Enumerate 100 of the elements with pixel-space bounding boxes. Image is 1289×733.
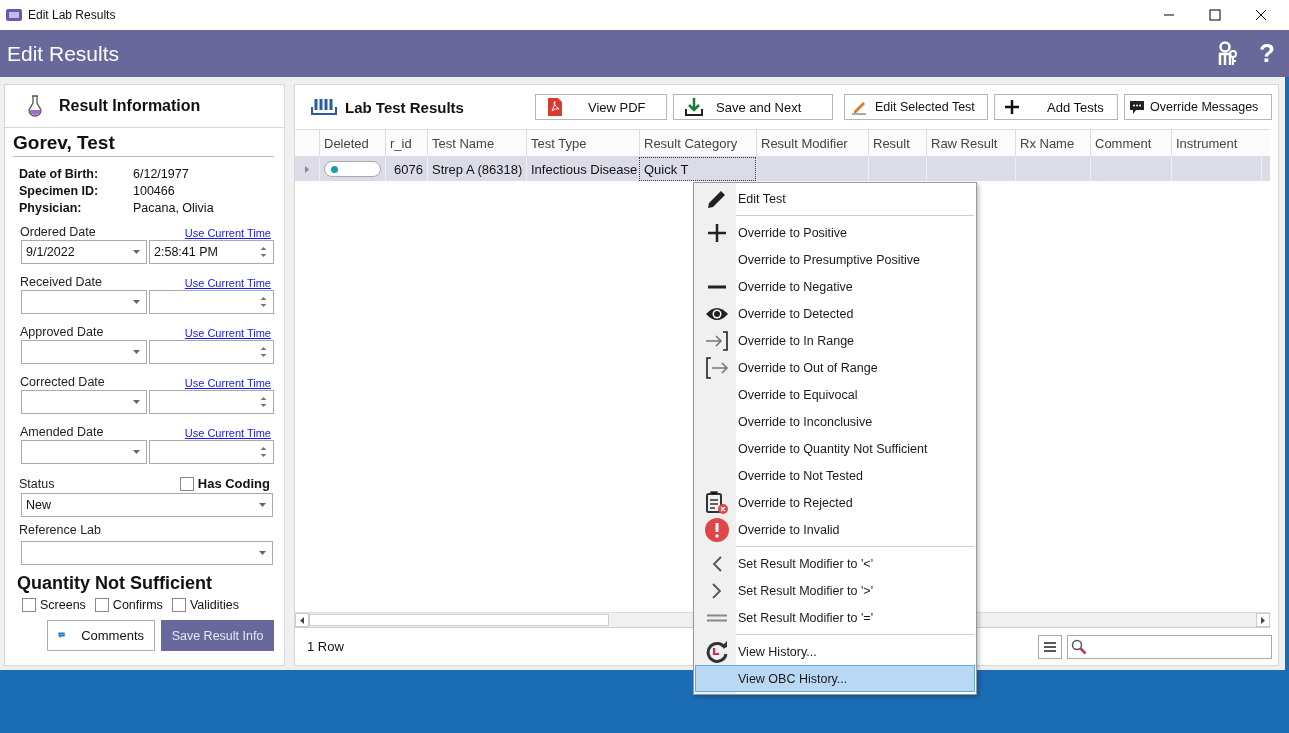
menu-item[interactable]: Override to Inconclusive [695,408,975,435]
comments-button[interactable]: Comments [47,620,155,651]
time-spinner[interactable]: 2:58:41 PM [149,240,274,264]
menu-item[interactable]: Override to Negative [695,273,975,300]
table-cell: 6076 [385,157,427,181]
date-picker[interactable] [21,390,147,414]
table-cell: Strep A (86318) [427,157,526,181]
time-spinner[interactable] [149,340,274,364]
panel-title: Lab Test Results [345,98,465,116]
row-indicator-icon [305,165,309,173]
column-header[interactable]: Rx Name [1015,130,1090,156]
menu-item[interactable]: Set Result Modifier to '>' [695,577,975,604]
column-header[interactable]: Test Type [526,130,639,156]
menu-item[interactable]: Edit Test [695,185,975,212]
override-messages-button[interactable]: Override Messages [1124,94,1272,120]
column-header[interactable]: r_id [385,130,427,156]
save-and-next-button[interactable]: Save and Next [673,94,833,120]
menu-item[interactable]: Override to Detected [695,300,975,327]
column-header[interactable]: Result [868,130,926,156]
checkbox[interactable] [22,598,36,612]
equals-icon [707,613,727,622]
menu-item[interactable]: Override to Invalid [695,516,975,543]
menu-item[interactable]: Set Result Modifier to '=' [695,604,975,631]
menu-item[interactable]: Override to Presumptive Positive [695,246,975,273]
field-label: Status [19,477,55,491]
scroll-left-icon[interactable] [300,616,304,624]
time-spinner[interactable] [149,440,274,464]
dropdown-caret-icon [133,250,140,254]
column-header[interactable]: Comment [1090,130,1171,156]
help-icon[interactable]: ? [1259,38,1275,69]
alert-icon [705,517,729,542]
status-dropdown[interactable]: New [21,493,273,517]
column-header[interactable]: Test Name [427,130,526,156]
close-icon[interactable] [1255,9,1267,21]
detail-value: 100466 [133,184,176,198]
date-picker[interactable]: 9/1/2022 [21,240,147,264]
column-header[interactable]: Instrument [1171,130,1261,156]
date-picker[interactable] [21,290,147,314]
pencil-icon [851,99,867,115]
patient-name: Gorev, Test [13,132,274,157]
people-key-icon[interactable] [1217,40,1240,67]
column-header[interactable]: Result Category [639,130,756,156]
time-spinner[interactable] [149,390,274,414]
field-label: Approved Date [20,325,104,339]
date-picker[interactable] [21,440,147,464]
app-icon [6,8,22,22]
plus-icon [708,223,726,242]
dropdown-caret-icon [133,400,140,404]
search-field[interactable] [1067,634,1272,659]
table-cell: Quick T [639,157,756,181]
use-current-time-link[interactable]: Use Current Time [184,277,271,289]
reference-lab-dropdown[interactable] [21,541,273,565]
use-current-time-link[interactable]: Use Current Time [184,327,271,339]
detail-label: Specimen ID: [19,184,100,198]
column-header[interactable]: Raw Result [926,130,1015,156]
view-pdf-button[interactable]: View PDF [535,94,667,120]
menu-item[interactable]: View OBC History... [695,665,975,692]
test-tubes-icon [311,98,337,116]
maximize-icon[interactable] [1209,9,1221,21]
detail-value: Pacana, Olivia [133,201,215,215]
checkbox[interactable] [171,598,186,612]
search-icon [1071,638,1087,655]
menu-item[interactable]: Set Result Modifier to '<' [695,550,975,577]
use-current-time-link[interactable]: Use Current Time [184,227,271,239]
checkbox-label: Screens [40,598,86,612]
menu-item[interactable]: Override to Positive [695,219,975,246]
toggle-switch[interactable] [324,161,381,177]
menu-item[interactable]: Override to Rejected [695,489,975,516]
add-tests-button[interactable]: Add Tests [994,94,1118,120]
time-spinner[interactable] [149,290,274,314]
detail-value: 6/12/1977 [133,167,190,181]
save-result-info-button[interactable]: Save Result Info [161,620,274,651]
use-current-time-link[interactable]: Use Current Time [184,427,271,439]
menu-item[interactable]: View History... [695,638,975,665]
plus-icon [1005,100,1019,114]
eye-icon [705,305,729,322]
menu-item[interactable]: Override to Equivocal [695,381,975,408]
menu-item[interactable]: Override to Quantity Not Sufficient [695,435,975,462]
use-current-time-link[interactable]: Use Current Time [184,377,271,389]
menu-item[interactable]: Override to Out of Range [695,354,975,381]
edit-selected-test-button[interactable]: Edit Selected Test [844,94,988,120]
date-picker[interactable] [21,340,147,364]
checkbox-label: Has Coding [197,476,270,491]
pdf-icon [548,98,562,116]
menu-icon[interactable] [1038,634,1062,659]
field-label: Amended Date [20,425,104,439]
menu-item[interactable]: Override to Not Tested [695,462,975,489]
menu-item[interactable]: Override to In Range [695,327,975,354]
dropdown-caret-icon [133,300,140,304]
column-header[interactable]: Result Modifier [756,130,868,156]
speech-bubble-icon [1129,99,1145,115]
scroll-right-icon[interactable] [1261,616,1265,624]
window-title: Edit Lab Results [28,8,116,22]
checkbox[interactable] [94,598,109,612]
clipboard-x-icon [705,490,729,515]
dropdown-caret-icon [133,350,140,354]
checkbox[interactable] [179,476,194,491]
column-header[interactable]: Deleted [319,130,385,156]
table-row[interactable]: 6076 Strep A (86318) Infectious Disease Quick T [295,157,1270,181]
minus-icon [708,284,726,289]
